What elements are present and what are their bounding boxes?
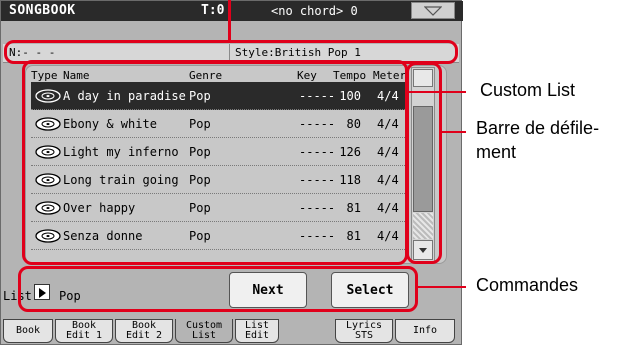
callout-line-top bbox=[228, 0, 231, 40]
tab-list-edit[interactable]: List Edit bbox=[235, 319, 279, 343]
callout-line-scrollbar bbox=[442, 131, 466, 133]
callout-commands: Commandes bbox=[476, 275, 579, 295]
callout-line-commands bbox=[418, 286, 466, 288]
page-menu-button[interactable] bbox=[411, 2, 455, 19]
highlight-commands bbox=[18, 266, 418, 312]
tab-bar: Book Book Edit 1 Book Edit 2 Custom List Lis… bbox=[1, 317, 463, 346]
highlight-custom-list bbox=[22, 60, 408, 265]
tab-book-edit-2[interactable]: Book Edit 2 bbox=[115, 319, 173, 343]
callout-custom-list: Custom List bbox=[480, 80, 576, 100]
chord-readout: <no chord> 0 bbox=[271, 4, 358, 18]
tab-info[interactable]: Info bbox=[395, 319, 455, 343]
callout-scrollbar-line1: Barre de défile- bbox=[476, 118, 600, 138]
callout-scrollbar-line2: ment bbox=[476, 142, 517, 162]
page-title: SONGBOOK bbox=[9, 3, 76, 18]
tab-book-edit-1[interactable]: Book Edit 1 bbox=[55, 319, 113, 343]
tempo-readout: T:0 bbox=[201, 3, 225, 18]
tab-book[interactable]: Book bbox=[3, 319, 53, 343]
callout-line-custom-list bbox=[408, 91, 466, 93]
tab-lyrics-sts[interactable]: Lyrics STS bbox=[335, 319, 393, 343]
chevron-down-icon bbox=[424, 6, 442, 16]
title-bar: SONGBOOK T:0 <no chord> 0 bbox=[1, 1, 463, 21]
tab-custom-list[interactable]: Custom List bbox=[175, 319, 233, 343]
